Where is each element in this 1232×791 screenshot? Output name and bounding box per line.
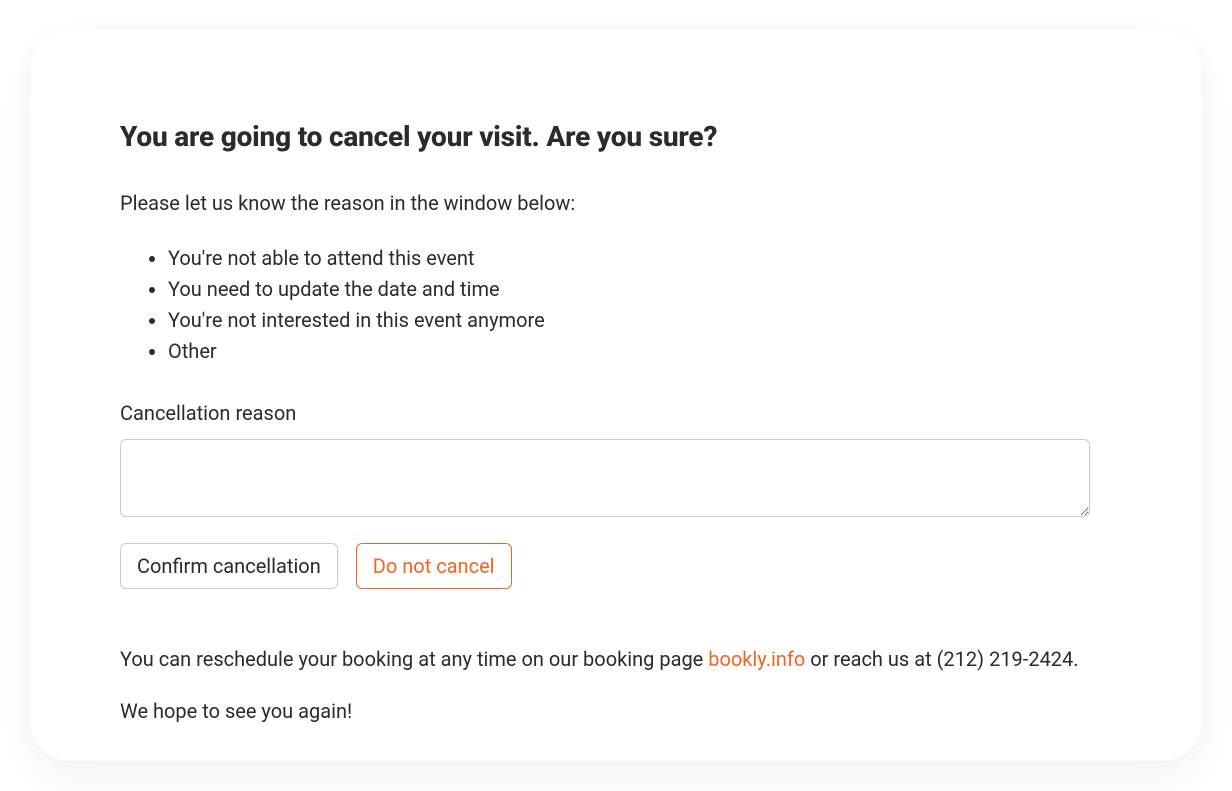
list-item: You're not interested in this event anym… [168, 305, 1112, 336]
intro-text: Please let us know the reason in the win… [120, 191, 1112, 215]
confirm-cancellation-button[interactable]: Confirm cancellation [120, 543, 338, 589]
reschedule-prefix: You can reschedule your booking at any t… [120, 647, 708, 671]
reschedule-note: You can reschedule your booking at any t… [120, 647, 1112, 671]
reschedule-suffix: or reach us at (212) 219-2424. [805, 647, 1078, 671]
cancellation-reason-input[interactable] [120, 439, 1090, 517]
button-row: Confirm cancellation Do not cancel [120, 543, 1112, 589]
do-not-cancel-button[interactable]: Do not cancel [356, 543, 512, 589]
list-item: You're not able to attend this event [168, 243, 1112, 274]
cancel-visit-card: You are going to cancel your visit. Are … [30, 30, 1202, 761]
booking-page-link[interactable]: bookly.info [708, 647, 805, 671]
list-item: You need to update the date and time [168, 274, 1112, 305]
page-title: You are going to cancel your visit. Are … [120, 120, 1112, 153]
list-item: Other [168, 336, 1112, 367]
closing-text: We hope to see you again! [120, 699, 1112, 723]
reason-list: You're not able to attend this event You… [120, 243, 1112, 367]
cancellation-reason-label: Cancellation reason [120, 401, 1112, 425]
